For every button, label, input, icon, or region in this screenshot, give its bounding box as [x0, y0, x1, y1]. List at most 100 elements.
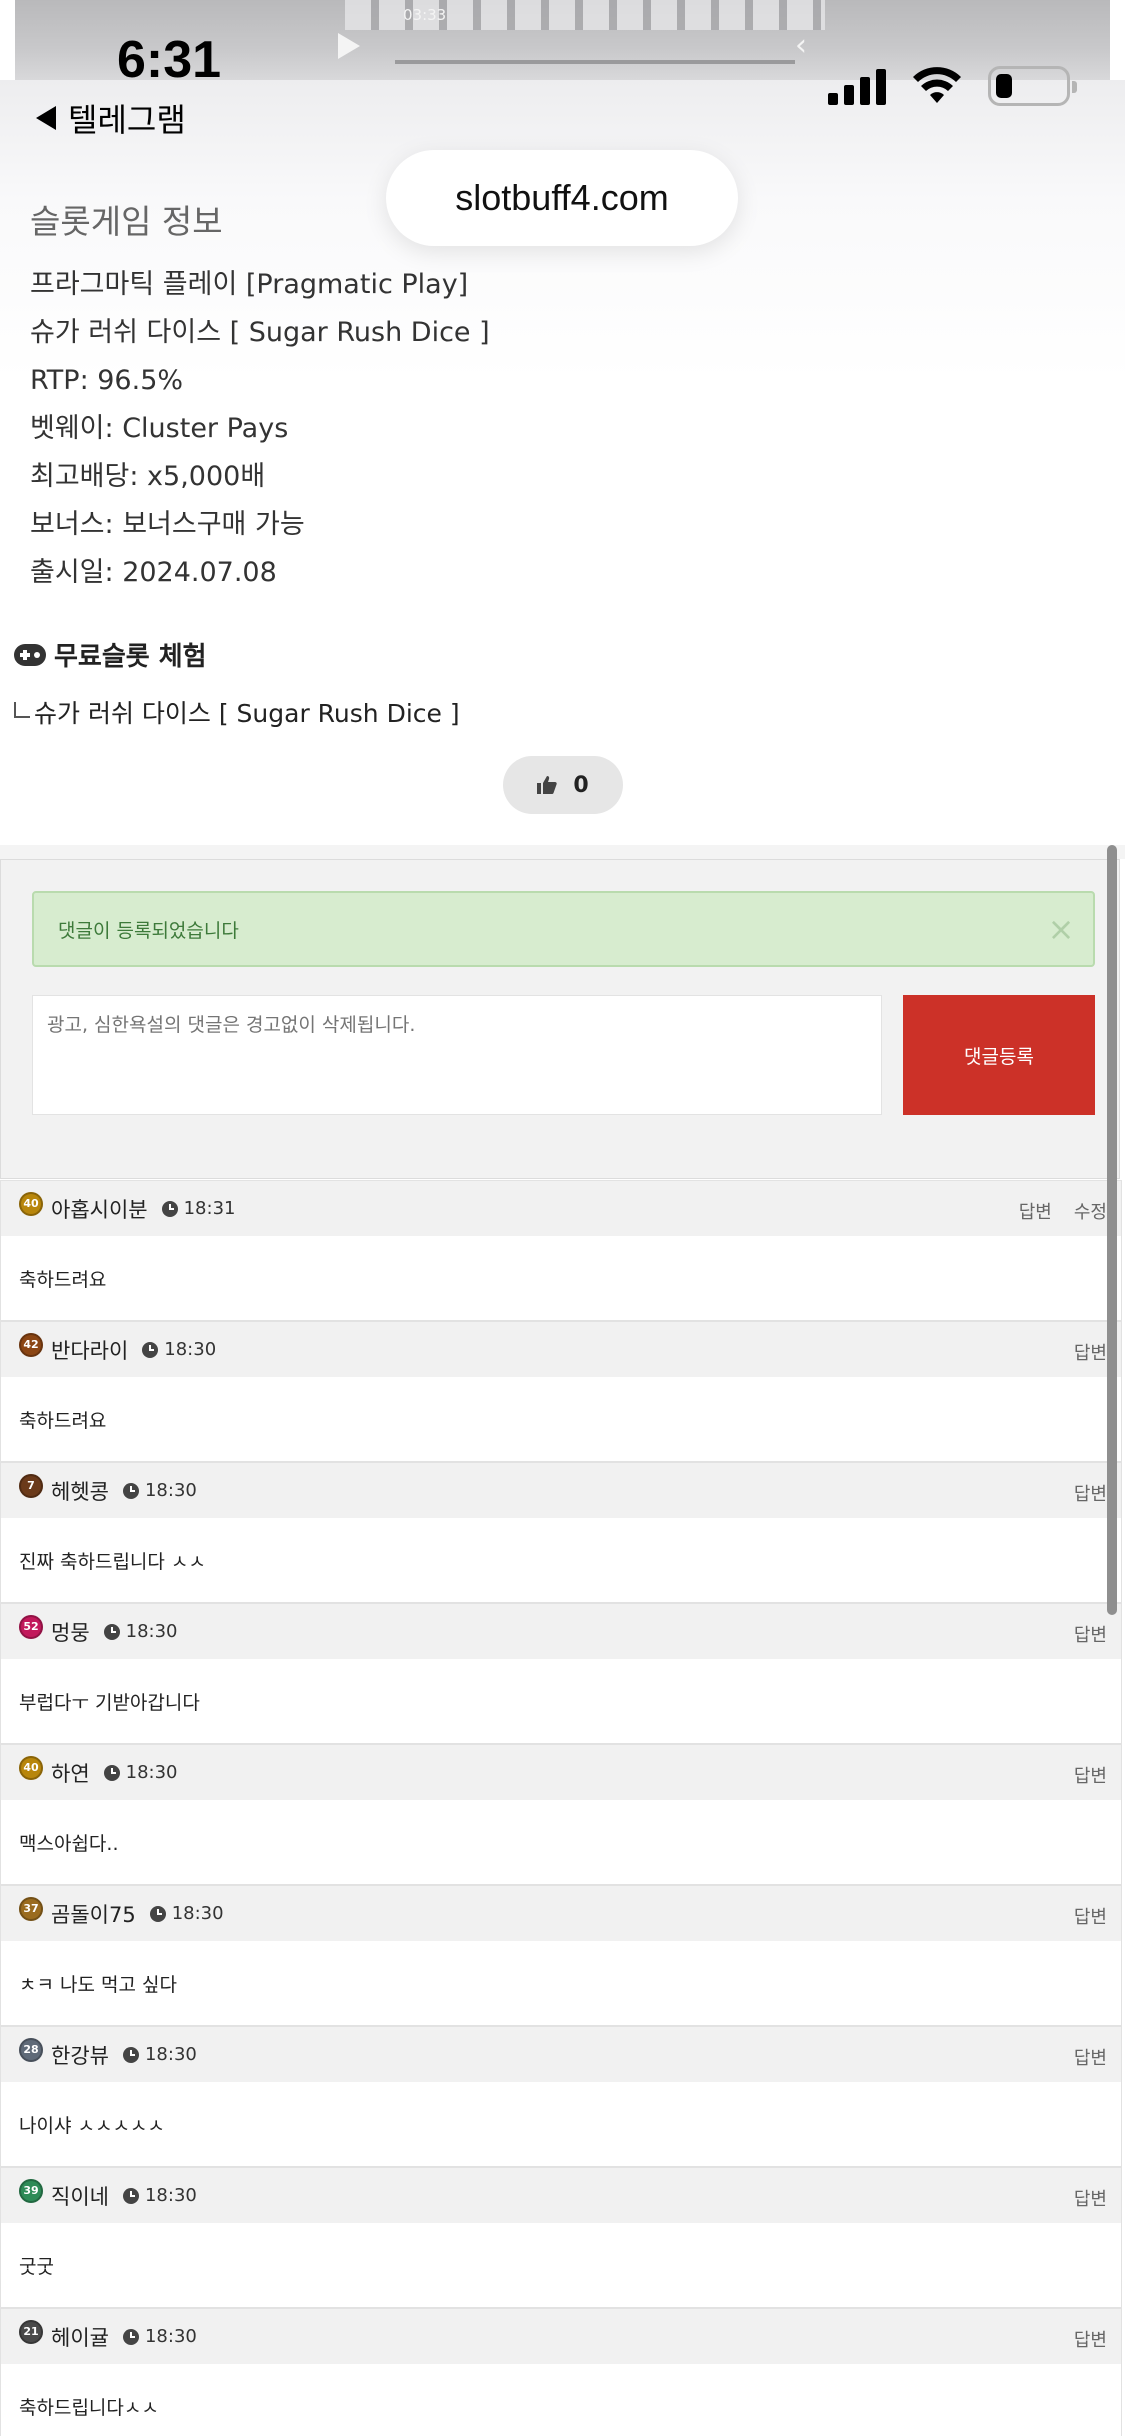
comment-text: ㅊㅋ 나도 먹고 싶다: [1, 1941, 1121, 2025]
comment-header: 40 아홉시이분 18:31 답변 수정: [1, 1180, 1121, 1236]
reply-button[interactable]: 답변: [1074, 1762, 1107, 1788]
reply-button[interactable]: 답변: [1074, 2326, 1107, 2352]
comment-username[interactable]: 직이네: [51, 2181, 109, 2211]
comment-list: 40 아홉시이분 18:31 답변 수정 축하드려요 42 반다라이 18:30…: [0, 1180, 1122, 2436]
clock-icon: [122, 1482, 139, 1499]
comment-input[interactable]: [32, 995, 882, 1115]
clock-icon: [103, 1623, 120, 1640]
comment-header: 28 한강뷰 18:30 답변: [1, 2026, 1121, 2082]
reply-button[interactable]: 답변: [1074, 1339, 1107, 1365]
free-trial-game-label: 슈가 러쉬 다이스 [ Sugar Rush Dice ]: [34, 699, 460, 728]
reply-button[interactable]: 답변: [1074, 1621, 1107, 1647]
comment-item: 7 헤헷콩 18:30 답변 진짜 축하드립니다 ㅅㅅ: [0, 1462, 1122, 1603]
like-button[interactable]: 0: [503, 756, 623, 814]
video-time: 03:33: [403, 6, 447, 24]
clock-icon: [149, 1905, 166, 1922]
comment-username[interactable]: 헤이귤: [51, 2322, 109, 2352]
comment-text: 맥스아쉽다..: [1, 1800, 1121, 1884]
reply-button[interactable]: 답변: [1074, 1903, 1107, 1929]
level-badge-icon: 42: [19, 1332, 43, 1357]
scrollbar[interactable]: [1107, 845, 1117, 1615]
comment-username[interactable]: 하연: [51, 1758, 90, 1788]
video-back-icon[interactable]: ‹: [795, 28, 807, 63]
video-progress-bar[interactable]: [395, 60, 795, 64]
play-icon[interactable]: [338, 33, 360, 59]
level-badge-icon: 40: [19, 1191, 43, 1216]
free-trial-heading: 무료슬롯 체험: [14, 636, 207, 673]
comment-text: 진짜 축하드립니다 ㅅㅅ: [1, 1518, 1121, 1602]
comment-actions: 답변: [1074, 1480, 1107, 1506]
clock-icon: [122, 2328, 139, 2345]
back-to-telegram-link[interactable]: 텔레그램: [36, 95, 186, 141]
comment-username[interactable]: 헤헷콩: [51, 1476, 109, 1506]
status-icons: [828, 66, 1077, 106]
level-badge-icon: 40: [19, 1755, 43, 1780]
info-rtp: RTP: 96.5%: [30, 365, 184, 396]
reply-button[interactable]: 답변: [1019, 1198, 1052, 1224]
comment-actions: 답변: [1074, 2185, 1107, 2211]
slot-info-heading: 슬롯게임 정보: [30, 202, 223, 241]
comment-username[interactable]: 멍뭉: [51, 1617, 90, 1647]
level-badge-icon: 37: [19, 1896, 43, 1921]
comment-header: 39 직이네 18:30 답변: [1, 2167, 1121, 2223]
comment-item: 28 한강뷰 18:30 답변 나이샤 ㅅㅅㅅㅅㅅ: [0, 2026, 1122, 2167]
comment-actions: 답변: [1074, 1339, 1107, 1365]
like-count: 0: [573, 772, 589, 798]
comment-item: 21 헤이귤 18:30 답변 축하드립니다ㅅㅅ: [0, 2308, 1122, 2436]
reply-button[interactable]: 답변: [1074, 2044, 1107, 2070]
comment-item: 39 직이네 18:30 답변 굿굿: [0, 2167, 1122, 2308]
comment-form: 댓글이 등록되었습니다 × 댓글등록: [0, 859, 1120, 1179]
submit-comment-button[interactable]: 댓글등록: [903, 995, 1095, 1115]
close-icon[interactable]: ×: [1045, 913, 1077, 945]
info-provider: 프라그마틱 플레이 [Pragmatic Play]: [30, 269, 469, 300]
success-alert: 댓글이 등록되었습니다 ×: [32, 891, 1095, 967]
comment-time: 18:30: [125, 1621, 178, 1642]
info-release-date: 출시일: 2024.07.08: [30, 557, 277, 588]
comment-actions: 답변: [1074, 2044, 1107, 2070]
level-badge-icon: 52: [19, 1614, 43, 1639]
gamepad-icon: [14, 643, 46, 666]
info-max-payout: 최고배당: x5,000배: [30, 461, 266, 492]
status-time: 6:31: [117, 31, 222, 89]
info-bonus: 보너스: 보너스구매 가능: [30, 509, 305, 540]
comment-header: 40 하연 18:30 답변: [1, 1744, 1121, 1800]
comment-actions: 답변: [1074, 1762, 1107, 1788]
edit-button[interactable]: 수정: [1074, 1198, 1107, 1224]
comment-item: 40 아홉시이분 18:31 답변 수정 축하드려요: [0, 1180, 1122, 1321]
comment-header: 52 멍뭉 18:30 답변: [1, 1603, 1121, 1659]
comment-username[interactable]: 곰돌이75: [51, 1899, 136, 1929]
reply-button[interactable]: 답변: [1074, 1480, 1107, 1506]
free-trial-game-link[interactable]: 슈가 러쉬 다이스 [ Sugar Rush Dice ]: [14, 694, 460, 730]
comment-username[interactable]: 아홉시이분: [51, 1194, 148, 1224]
comment-time: 18:30: [144, 2326, 197, 2347]
back-triangle-icon: [36, 106, 56, 130]
comment-time: 18:30: [144, 2044, 197, 2065]
section-separator: [0, 845, 1125, 859]
comment-item: 37 곰돌이75 18:30 답변 ㅊㅋ 나도 먹고 싶다: [0, 1885, 1122, 2026]
level-badge-icon: 39: [19, 2178, 43, 2203]
cellular-signal-icon: [828, 67, 886, 105]
level-badge-icon: 28: [19, 2037, 43, 2062]
clock-icon: [161, 1200, 178, 1217]
comment-header: 42 반다라이 18:30 답변: [1, 1321, 1121, 1377]
reply-button[interactable]: 답변: [1074, 2185, 1107, 2211]
level-badge-icon: 21: [19, 2319, 43, 2344]
comment-time: 18:30: [144, 2185, 197, 2206]
thumbs-up-icon: [537, 776, 558, 794]
comment-actions: 답변: [1074, 1903, 1107, 1929]
comment-username[interactable]: 한강뷰: [51, 2040, 109, 2070]
comment-text: 굿굿: [1, 2223, 1121, 2307]
comment-time: 18:30: [164, 1339, 217, 1360]
battery-icon: [988, 66, 1077, 106]
clock-icon: [122, 2046, 139, 2063]
comment-actions: 답변 수정: [1019, 1198, 1107, 1224]
comment-item: 42 반다라이 18:30 답변 축하드려요: [0, 1321, 1122, 1462]
comment-time: 18:30: [144, 1480, 197, 1501]
free-trial-label: 무료슬롯 체험: [54, 642, 207, 672]
comment-header: 37 곰돌이75 18:30 답변: [1, 1885, 1121, 1941]
clock-icon: [142, 1341, 159, 1358]
comment-username[interactable]: 반다라이: [51, 1335, 128, 1365]
comment-item: 40 하연 18:30 답변 맥스아쉽다..: [0, 1744, 1122, 1885]
info-betway: 벳웨이: Cluster Pays: [30, 413, 289, 444]
sub-arrow-icon: [14, 702, 30, 718]
